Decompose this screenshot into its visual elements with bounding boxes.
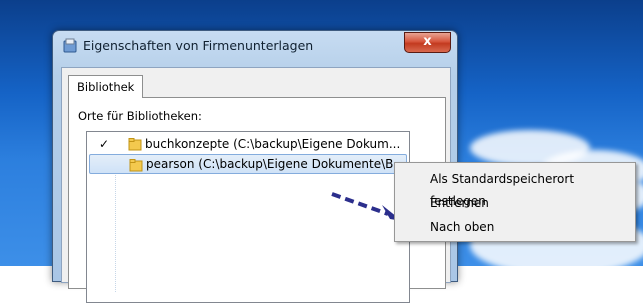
menu-item-remove[interactable]: Entfernen: [397, 192, 631, 214]
window-title: Eigenschaften von Firmenunterlagen: [83, 38, 314, 53]
title-bar[interactable]: Eigenschaften von Firmenunterlagen x: [53, 31, 457, 59]
tab-bibliothek[interactable]: Bibliothek: [68, 75, 144, 98]
location-label: pearson (C:\backup\Eigene Dokumente\B...: [146, 157, 405, 171]
close-button[interactable]: x: [404, 32, 451, 53]
library-icon: [63, 38, 77, 53]
dialog-client-area: Bibliothek Orte für Bibliotheken: ✓ buch…: [61, 67, 451, 303]
location-label: buchkonzepte (C:\backup\Eigene Dokum...: [145, 137, 401, 151]
list-item[interactable]: ✓ buchkonzepte (C:\backup\Eigene Dokum..…: [89, 134, 405, 154]
menu-item-set-default[interactable]: Als Standardspeicherort festlegen: [397, 168, 631, 208]
folder-icon: [129, 159, 143, 172]
menu-item-move-up[interactable]: Nach oben: [397, 216, 631, 238]
close-icon: x: [423, 34, 432, 49]
properties-dialog: Eigenschaften von Firmenunterlagen x Bib…: [52, 30, 458, 303]
check-icon: ✓: [99, 137, 110, 151]
folder-icon: [128, 138, 142, 151]
tree-line: [115, 172, 117, 292]
list-item-selected[interactable]: pearson (C:\backup\Eigene Dokumente\B...: [89, 154, 407, 174]
context-menu: Als Standardspeicherort festlegen Entfer…: [394, 162, 636, 242]
section-label: Orte für Bibliotheken:: [78, 109, 202, 123]
